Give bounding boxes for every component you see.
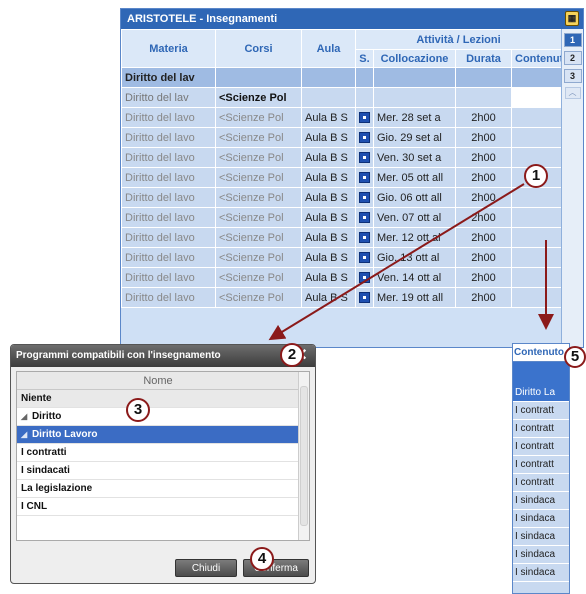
callout-4: 4: [250, 547, 274, 571]
annotation-arrows: [268, 183, 554, 341]
callout-1: 1: [524, 164, 548, 188]
callout-5: 5: [564, 346, 586, 368]
callout-3: 3: [126, 398, 150, 422]
callout-2: 2: [280, 343, 304, 367]
arrow-line: [268, 183, 525, 341]
